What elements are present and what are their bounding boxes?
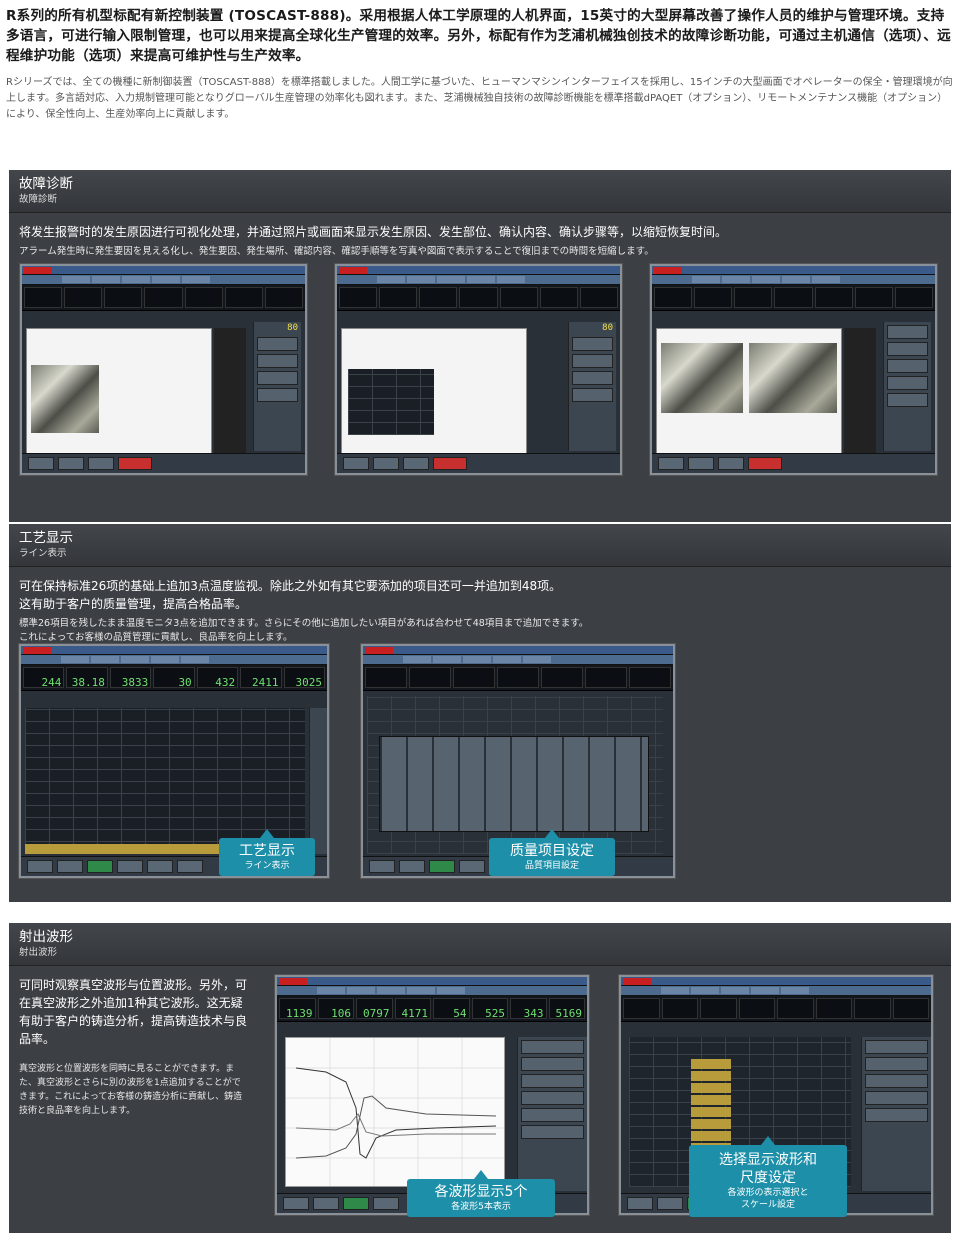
process-display-section: 工艺显示 ライン表示 可在保持标准26项的基础上追加3点温度监视。除此之外如有其… [9,524,951,902]
callout-subtitle: 各波形5本表示 [451,1202,511,1212]
waveform-settings-panel [517,1037,587,1191]
description-ja: アラーム発生時に発生要因を見える化し、発生要因、発生場所、確認内容、確認手順等を… [19,246,654,257]
intro-text-zh: R系列的所有机型标配有新控制装置 (TOSCAST-888)。采用根据人体工学原… [6,8,951,64]
callout-subtitle-2: スケール設定 [740,1200,795,1210]
callout-title: 工艺显示 [239,843,295,859]
screen-footer [652,453,935,473]
waveform-lines [286,1038,504,1186]
waveform-line-1 [295,1067,497,1159]
waveform-line-3 [295,1113,496,1137]
quality-item-callout: 质量项目设定 品質項目設定 [489,829,615,876]
section-title: 工艺显示 [19,530,73,546]
description-zh: 可同时观察真空波形与位置波形。另外，可在真空波形之外追加1种其它波形。这无疑有助… [19,978,248,1046]
waveform-plot [285,1037,505,1187]
fault-detail-panel [26,328,212,458]
fault-table [348,369,434,435]
callout-subtitle: 品質項目設定 [524,861,579,871]
location-photo [661,343,743,413]
section-description: 将发生报警时的发生原因进行可视化处理，并通过照片或画面来显示发生原因、发生部位、… [9,213,951,269]
intro-block: R系列的所有机型标配有新控制装置 (TOSCAST-888)。采用根据人体工学原… [6,6,954,123]
fault-screen-list: 80 [335,264,622,475]
side-panel [861,1037,931,1191]
intro-text-ja: Rシリーズでは、全ての機種に新制御装置（TOSCAST-888）を標準搭載しまし… [6,77,953,120]
callout-title: 各波形显示5个 [434,1184,528,1200]
section-description: 可同时观察真空波形与位置波形。另外，可在真空波形之外追加1种其它波形。这无疑有助… [9,966,259,1128]
section-header: 故障诊断 故障診断 [9,170,951,213]
description-ja: 真空波形と位置波形を同時に見ることができます。また、真空波形とさらに別の波形を1… [19,1064,243,1116]
section-subtitle: 故障診断 [19,194,58,205]
side-value: 80 [287,323,298,333]
description-zh-2: 这有助于客户的质量管理，提高合格品率。 [19,597,248,611]
section-header: 工艺显示 ライン表示 [9,524,951,567]
section-subtitle: ライン表示 [19,548,67,559]
quality-item-buttons[interactable] [379,736,649,832]
fault-image-panel [656,328,842,458]
section-subtitle: 射出波形 [19,947,58,958]
scroll-track[interactable] [844,328,876,458]
injection-waveform-section: 射出波形 射出波形 可同时观察真空波形与位置波形。另外，可在真空波形之外追加1种… [9,923,951,1233]
description-ja-2: これによってお客様の品質管理に貢献し、良品率を向上します。 [19,632,293,643]
fault-screen-images [650,264,937,475]
scroll-bar[interactable] [309,708,327,854]
line-display-callout: 工艺显示 ライン表示 [219,829,315,876]
section-title: 故障诊断 [19,176,73,192]
callout-subtitle: ライン表示 [244,861,290,871]
side-panel [883,322,931,451]
location-photo [749,343,837,413]
fault-list-panel [341,328,527,458]
callout-title-1: 选择显示波形和 [719,1152,817,1168]
side-panel: 80 [568,322,616,451]
monitor-gauges: 1139 106 0797 4171 54 525 343 5169 [277,996,587,1022]
callout-title: 质量项目设定 [510,843,594,859]
description-ja-1: 標準26項目を残したまま温度モニタ3点を追加できます。さらにその他に追加したい項… [19,618,589,629]
waveform-scale-callout: 选择显示波形和 尺度设定 各波形の表示選択と スケール設定 [689,1136,847,1217]
callout-subtitle-1: 各波形の表示選択と [727,1188,809,1198]
section-description: 可在保持标准26项的基础上追加3点温度监视。除此之外如有其它要添加的项目还可一并… [9,567,951,655]
screen-footer [337,453,620,473]
side-value: 80 [602,323,613,333]
scroll-track[interactable] [214,328,246,458]
screen-footer [22,453,305,473]
fault-screen-photo: 80 [20,264,307,475]
section-header: 射出波形 射出波形 [9,923,951,966]
monitor-gauges: 244 38.18 3833 30 432 2411 3025 [21,665,327,691]
fault-diagnosis-section: 故障诊断 故障診断 将发生报警时的发生原因进行可视化处理，并通过照片或画面来显示… [9,170,951,522]
machine-photo [31,365,99,433]
description-zh: 将发生报警时的发生原因进行可视化处理，并通过照片或画面来显示发生原因、发生部位、… [19,225,728,239]
waveform-count-callout: 各波形显示5个 各波形5本表示 [407,1170,555,1217]
callout-title-2: 尺度设定 [740,1170,796,1186]
section-title: 射出波形 [19,929,73,945]
description-zh-1: 可在保持标准26项的基础上追加3点温度监视。除此之外如有其它要添加的项目还可一并… [19,579,562,593]
side-panel: 80 [253,322,301,451]
